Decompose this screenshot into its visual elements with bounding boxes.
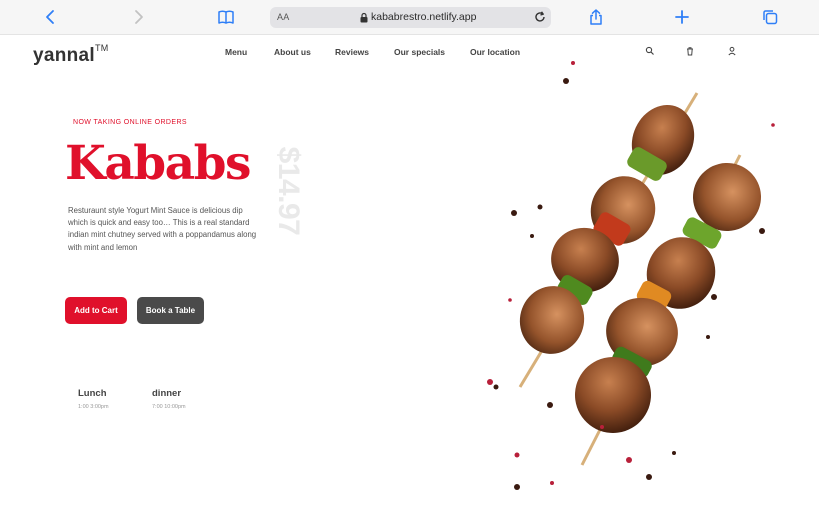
website: yannalTM Menu About us Reviews Our speci… <box>0 35 819 512</box>
forward-icon[interactable] <box>126 6 150 28</box>
new-tab-icon[interactable] <box>670 6 694 28</box>
kabab-hero-image <box>380 35 819 497</box>
logo-text: yannal <box>33 45 95 66</box>
price-label: $14.97 <box>272 146 305 236</box>
bookmarks-icon[interactable] <box>214 6 238 28</box>
browser-toolbar: AA kababrestro.netlify.app <box>0 0 819 35</box>
dinner-hours: dinner 7:00 10:00pm <box>152 388 186 410</box>
lunch-label: Lunch <box>78 388 107 399</box>
nav-our-specials[interactable]: Our specials <box>394 47 445 57</box>
site-logo[interactable]: yannalTM <box>33 42 109 67</box>
book-table-button[interactable]: Book a Table <box>137 297 204 324</box>
trash-icon[interactable] <box>685 46 695 56</box>
hero-description: Resturaunt style Yogurt Mint Sauce is de… <box>68 206 257 252</box>
url-text: kababrestro.netlify.app <box>371 11 477 23</box>
hero-title: Kababs <box>65 136 251 191</box>
back-icon[interactable] <box>39 6 63 28</box>
dinner-time: 7:00 10:00pm <box>152 404 186 410</box>
lunch-time: 1:00 3:00pm <box>78 404 109 410</box>
nav-reviews[interactable]: Reviews <box>335 47 369 57</box>
tabs-icon[interactable] <box>758 6 782 28</box>
lunch-hours: Lunch 1:00 3:00pm <box>78 388 109 410</box>
logo-trademark: TM <box>95 42 109 53</box>
nav-our-location[interactable]: Our location <box>470 47 520 57</box>
reload-icon[interactable] <box>533 10 547 24</box>
dinner-label: dinner <box>152 388 182 399</box>
address-bar[interactable]: AA kababrestro.netlify.app <box>270 7 551 28</box>
add-to-cart-button[interactable]: Add to Cart <box>65 297 127 324</box>
search-icon[interactable] <box>645 46 655 56</box>
text-size-button[interactable]: AA <box>277 12 289 22</box>
nav-about-us[interactable]: About us <box>274 47 311 57</box>
online-orders-tagline: NOW TAKING ONLINE ORDERS <box>73 119 187 126</box>
nav-menu[interactable]: Menu <box>225 47 247 57</box>
lock-icon <box>360 12 368 23</box>
share-icon[interactable] <box>584 6 608 28</box>
user-icon[interactable] <box>727 46 737 56</box>
